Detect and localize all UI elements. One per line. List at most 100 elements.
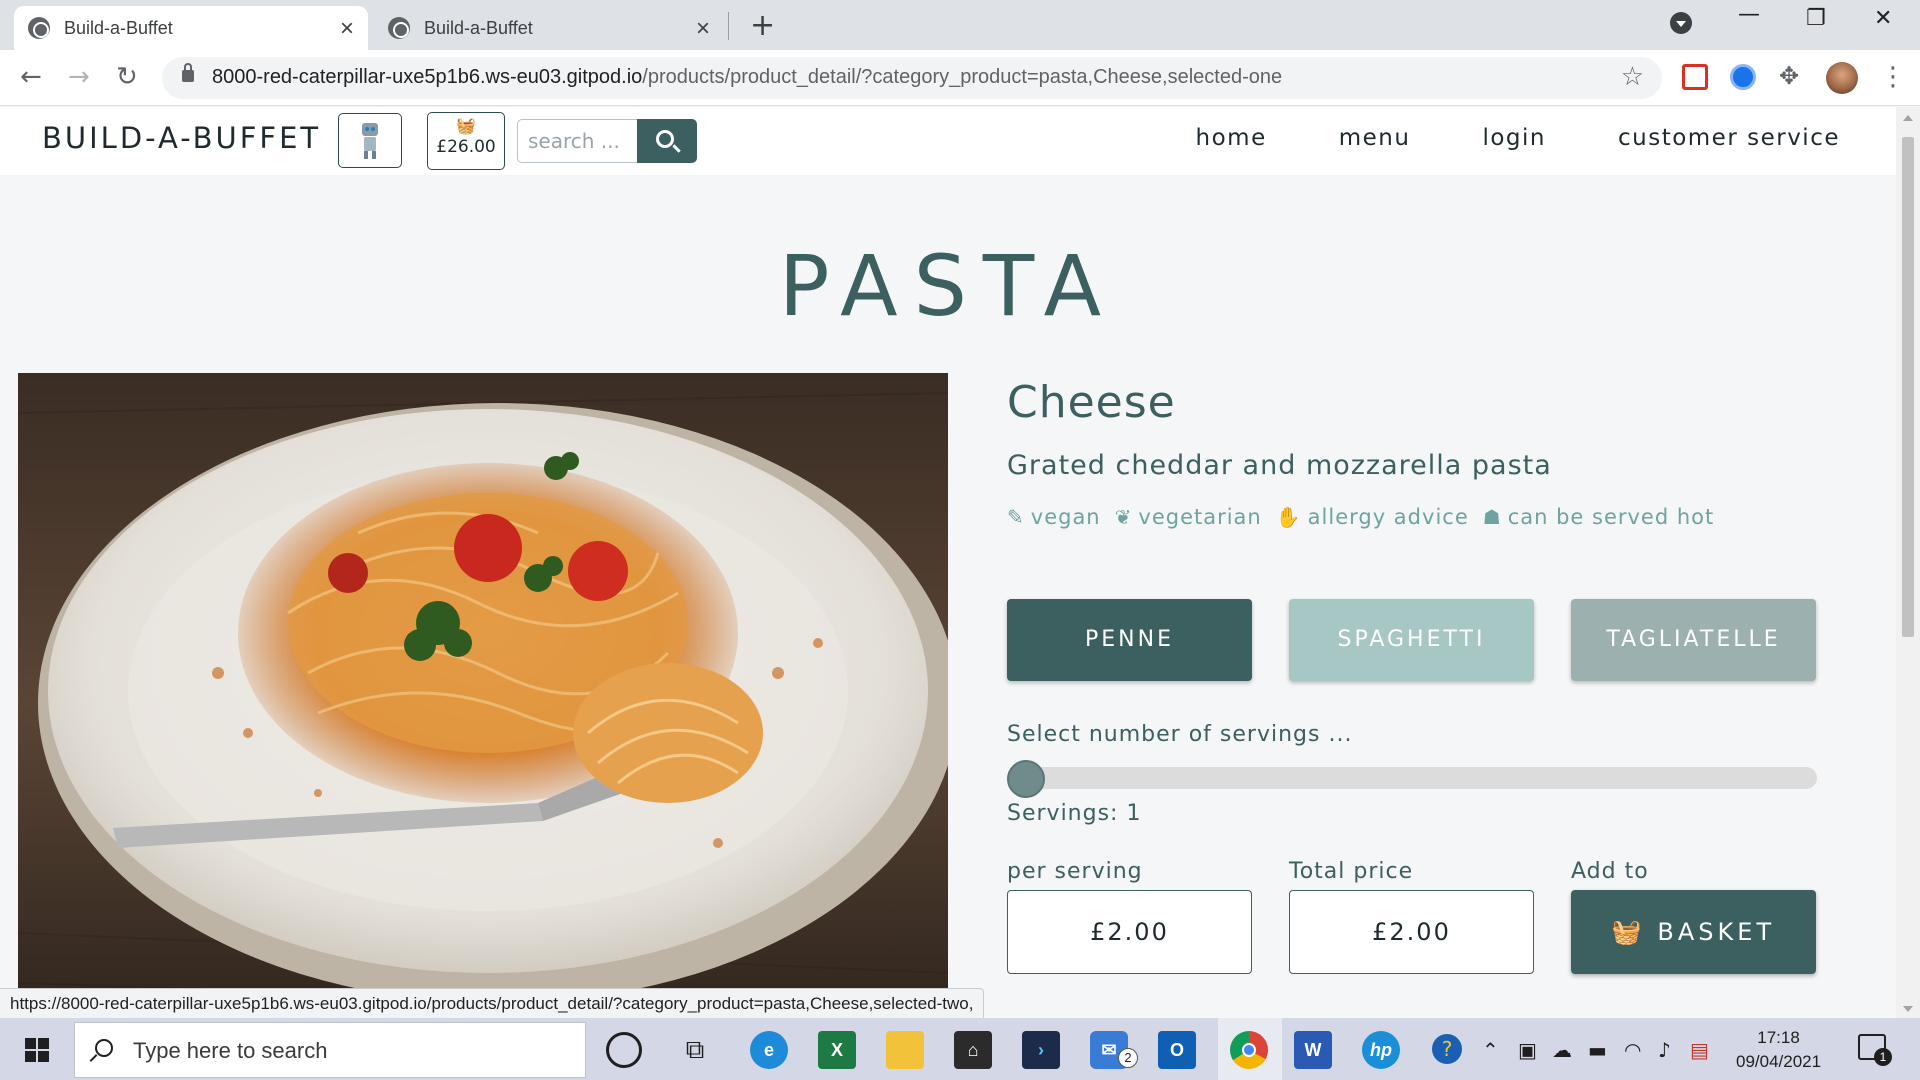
excel-icon[interactable]: X (818, 1031, 856, 1069)
robot-icon (359, 122, 381, 159)
word-icon[interactable]: W (1294, 1031, 1332, 1069)
show-hidden-icons[interactable]: ⌃ (1482, 1038, 1499, 1062)
close-window-icon[interactable]: ✕ (1874, 6, 1892, 31)
basket-icon: 🧺 (456, 116, 476, 135)
tab-search-icon[interactable] (1670, 12, 1692, 34)
lock-icon (182, 63, 194, 82)
dietary-tags: ✎ vegan ❦ vegetarian ✋ allergy advice ☗ … (1007, 505, 1817, 529)
file-explorer-icon[interactable] (886, 1031, 924, 1069)
windows-start-icon[interactable] (25, 1038, 49, 1062)
search-icon (656, 130, 674, 148)
address-bar[interactable]: 8000-red-caterpillar-uxe5p1b6.ws-eu03.gi… (162, 57, 1662, 99)
help-icon[interactable]: ? (1432, 1034, 1462, 1064)
servings-slider-thumb[interactable] (1007, 760, 1045, 798)
search-icon (95, 1039, 113, 1057)
globe-icon (388, 17, 410, 39)
security-alert-icon[interactable]: ▤ (1690, 1038, 1709, 1062)
basket-icon: 🧺 (1611, 918, 1646, 946)
product-detail: Cheese Grated cheddar and mozzarella pas… (1007, 377, 1817, 974)
profile-avatar[interactable] (1826, 62, 1858, 94)
nav-menu[interactable]: menu (1339, 125, 1411, 151)
close-tab-icon[interactable]: × (340, 15, 354, 43)
meet-icon[interactable]: ▣ (1518, 1038, 1537, 1062)
nav-customer-service[interactable]: customer service (1618, 125, 1840, 151)
edge-icon[interactable]: e (750, 1031, 788, 1069)
task-view-icon[interactable]: ⧉ (676, 1031, 714, 1069)
servings-prompt: Select number of servings ... (1007, 722, 1353, 747)
nav-home[interactable]: home (1196, 125, 1267, 151)
main-menu: home menu login customer service (1196, 125, 1840, 151)
url-text: 8000-red-caterpillar-uxe5p1b6.ws-eu03.gi… (212, 66, 1283, 88)
pasta-options: PENNE SPAGHETTI TAGLIATELLE (1007, 599, 1817, 681)
volume-icon[interactable]: ♪ (1658, 1038, 1671, 1062)
back-icon[interactable]: ← (20, 62, 42, 92)
page-title: PASTA (778, 237, 1118, 335)
product-name: Cheese (1007, 377, 1176, 428)
reload-icon[interactable]: ↻ (116, 62, 138, 92)
notification-count: 1 (1874, 1048, 1892, 1066)
servings-slider[interactable] (1007, 760, 1817, 798)
basket-summary-button[interactable]: 🧺 £26.00 (427, 112, 505, 170)
search-button[interactable] (637, 119, 697, 163)
robot-button[interactable] (338, 113, 402, 168)
browser-tab[interactable]: Build-a-Buffet × (374, 6, 724, 50)
site-navbar: BUILD-A-BUFFET 🧺 £26.00 home menu login … (0, 107, 1896, 175)
store-icon[interactable]: ⌂ (954, 1031, 992, 1069)
wifi-icon[interactable]: ◠ (1624, 1038, 1641, 1062)
close-tab-icon[interactable]: × (696, 15, 710, 43)
minimize-icon[interactable]: — (1738, 2, 1760, 27)
search-input[interactable] (517, 119, 639, 163)
hp-icon[interactable]: hp (1362, 1031, 1400, 1069)
bookmark-star-icon[interactable]: ☆ (1621, 62, 1644, 92)
carrot-icon: ✎ (1007, 505, 1025, 529)
browser-menu-icon[interactable]: ⋮ (1880, 62, 1906, 92)
restore-icon[interactable]: ❐ (1806, 6, 1826, 31)
per-serving-label: per serving (1007, 859, 1143, 884)
taskbar-search[interactable]: Type here to search (74, 1022, 586, 1078)
taskbar-clock[interactable]: 17:18 09/04/2021 (1736, 1026, 1821, 1074)
basket-total: £26.00 (436, 137, 496, 157)
extension-shield-icon[interactable] (1682, 64, 1708, 90)
option-tagliatelle[interactable]: TAGLIATELLE (1571, 599, 1816, 681)
scrollbar-thumb[interactable] (1902, 137, 1914, 637)
hand-icon: ✋ (1275, 505, 1302, 529)
forward-icon[interactable]: → (68, 62, 90, 92)
mail-badge: 2 (1118, 1048, 1138, 1068)
cortana-icon[interactable] (606, 1032, 642, 1068)
chrome-icon[interactable] (1230, 1031, 1268, 1069)
onedrive-icon[interactable]: ☁ (1552, 1038, 1572, 1062)
tab-title: Build-a-Buffet (64, 17, 173, 38)
battery-icon[interactable]: ▬ (1588, 1038, 1607, 1062)
scroll-down-icon[interactable] (1903, 1006, 1913, 1012)
tag-served-hot: ☗ can be served hot (1482, 505, 1715, 529)
product-description: Grated cheddar and mozzarella pasta (1007, 450, 1552, 481)
taskbar-search-placeholder: Type here to search (133, 1038, 328, 1063)
globe-icon (28, 17, 50, 39)
site-search (517, 119, 697, 163)
total-price-label: Total price (1289, 859, 1414, 884)
option-spaghetti[interactable]: SPAGHETTI (1289, 599, 1534, 681)
mitten-icon: ☗ (1482, 505, 1502, 529)
per-serving-price: £2.00 (1007, 890, 1252, 974)
product-image (18, 373, 948, 1018)
extension-hex-icon[interactable] (1730, 64, 1756, 90)
add-to-label: Add to (1571, 859, 1649, 884)
nav-login[interactable]: login (1482, 125, 1546, 151)
page-scrollbar[interactable] (1896, 107, 1920, 1018)
scroll-up-icon[interactable] (1903, 115, 1913, 121)
extensions-puzzle-icon[interactable]: ✥ (1779, 62, 1805, 90)
add-to-basket-button[interactable]: 🧺 BASKET (1571, 890, 1816, 974)
total-price-column: Total price £2.00 (1289, 859, 1534, 974)
tab-divider (728, 12, 729, 40)
site-brand[interactable]: BUILD-A-BUFFET (42, 121, 321, 155)
browser-tab-active[interactable]: Build-a-Buffet × (14, 6, 368, 50)
outlook-icon[interactable]: O (1158, 1031, 1196, 1069)
notification-center-icon[interactable]: 1 (1858, 1034, 1892, 1066)
new-tab-icon[interactable]: + (750, 8, 775, 43)
tag-allergy-advice[interactable]: ✋ allergy advice (1276, 505, 1469, 529)
tab-title: Build-a-Buffet (424, 17, 533, 38)
per-serving-column: per serving £2.00 (1007, 859, 1252, 974)
tag-vegan: ✎ vegan (1007, 505, 1101, 529)
powershell-icon[interactable]: › (1022, 1031, 1060, 1069)
option-penne[interactable]: PENNE (1007, 599, 1252, 681)
